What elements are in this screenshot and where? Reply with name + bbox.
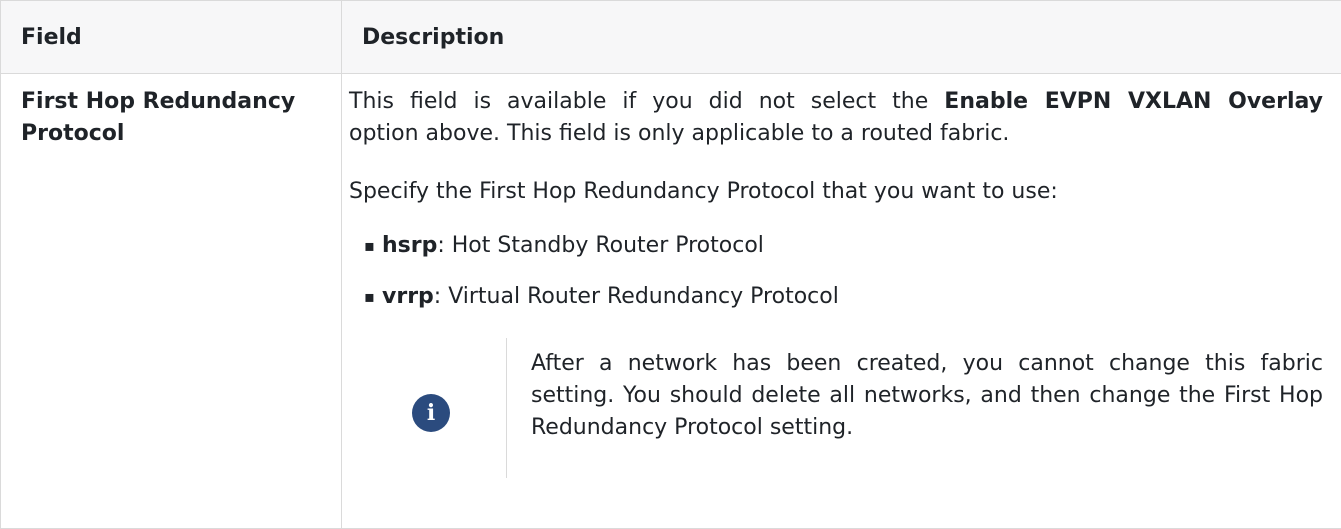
option-term: vrrp	[382, 284, 434, 309]
list-item: ▪ hsrp: Hot Standby Router Protocol	[364, 230, 1323, 262]
option-text: : Hot Standby Router Protocol	[437, 233, 764, 258]
header-description: Description	[341, 0, 1341, 74]
protocol-options-list: ▪ hsrp: Hot Standby Router Protocol ▪ vr…	[349, 230, 1323, 313]
bullet: ▪	[364, 287, 375, 306]
description-paragraph-1a: This field is available if you did not s…	[349, 86, 1323, 118]
bullet: ▪	[364, 236, 375, 255]
option-term: hsrp	[382, 233, 438, 258]
desc-text: This field is available if you did not s…	[349, 89, 945, 114]
admonition-note: i After a network has been created, you …	[356, 338, 1323, 478]
option-name-bold: Enable EVPN VXLAN Overlay	[944, 89, 1323, 114]
field-name-line2: Protocol	[21, 121, 125, 146]
note-text: After a network has been created, you ca…	[531, 351, 1323, 440]
field-name-cell: First Hop Redundancy Protocol	[0, 73, 342, 529]
field-name-line1: First Hop Redundancy	[21, 89, 296, 114]
description-paragraph-1b: option above. This field is only applica…	[349, 121, 1010, 146]
table-header-row: Field Description	[0, 0, 1341, 74]
description-cell: This field is available if you did not s…	[341, 73, 1341, 529]
description-paragraph-2: Specify the First Hop Redundancy Protoco…	[349, 179, 1058, 204]
list-item: ▪ vrrp: Virtual Router Redundancy Protoc…	[364, 281, 1323, 313]
note-icon-column: i	[356, 338, 507, 478]
table-row: First Hop Redundancy Protocol This field…	[0, 73, 1341, 529]
info-icon: i	[412, 394, 450, 432]
header-field: Field	[0, 0, 342, 74]
field-description-table: Field Description First Hop Redundancy P…	[0, 0, 1341, 529]
option-text: : Virtual Router Redundancy Protocol	[433, 284, 839, 309]
